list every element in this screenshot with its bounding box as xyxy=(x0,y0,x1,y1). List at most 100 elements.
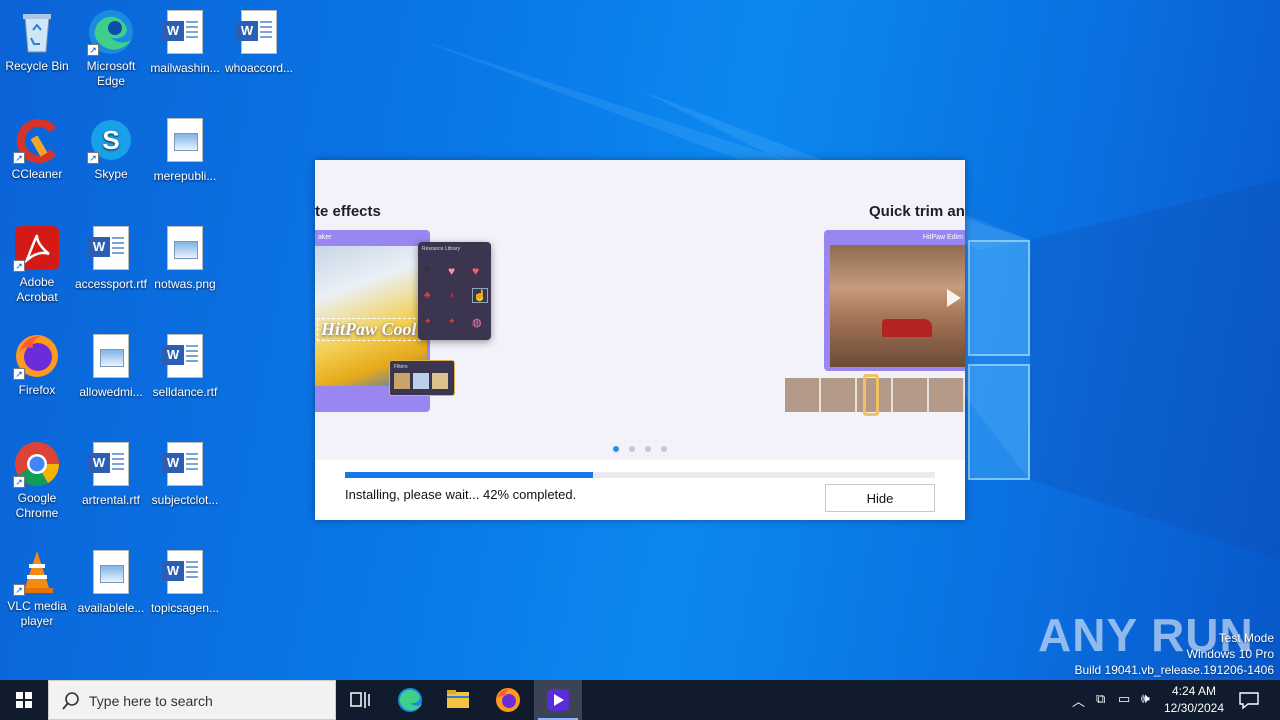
chevron-up-icon[interactable]: ︿ xyxy=(1072,691,1085,710)
desktop-icon-label: VLC media player xyxy=(7,599,67,628)
desktop-icon-label: availablele... xyxy=(77,601,145,615)
desktop-icon-label: Firefox xyxy=(18,383,56,397)
hide-button[interactable]: Hide xyxy=(825,484,935,512)
sticker-icon: ♣ xyxy=(424,290,431,301)
play-icon xyxy=(947,289,961,307)
desktop-icon-firefox[interactable]: ↗ Firefox xyxy=(0,332,74,398)
desktop-icon-google-chrome[interactable]: ↗ Google Chrome xyxy=(0,440,74,521)
desktop-icon-mailwashin[interactable]: W mailwashin... xyxy=(148,8,222,76)
skype-icon: S ↗ xyxy=(87,116,135,164)
taskbar: Type here to search ︿ ⧉ ▭ 🕪 4:24 AM 12/3… xyxy=(0,680,1280,720)
slide-title-trim: Quick trim an xyxy=(869,203,965,220)
desktop-icon-artrental[interactable]: W artrental.rtf xyxy=(74,440,148,508)
carousel-dot-2[interactable] xyxy=(629,446,635,452)
desktop-icon-subjectclot[interactable]: W subjectclot... xyxy=(148,440,222,508)
sticker-icon: ✦ xyxy=(424,316,432,326)
clock-time: 4:24 AM xyxy=(1171,684,1217,698)
word-document-icon: W xyxy=(87,226,135,274)
search-icon xyxy=(62,692,79,710)
desktop-icon-label: whoaccord... xyxy=(224,61,294,75)
feature-carousel: te effects Quick trim an aker HitPaw Coo… xyxy=(315,160,965,460)
edge-icon: ↗ xyxy=(87,8,135,56)
desktop-icon-adobe-acrobat[interactable]: ↗ Adobe Acrobat xyxy=(0,224,74,305)
image-file-icon xyxy=(161,118,209,166)
taskbar-edge[interactable] xyxy=(386,680,434,720)
taskbar-search-box[interactable]: Type here to search xyxy=(48,680,336,720)
desktop-icon-notwas[interactable]: notwas.png xyxy=(148,224,222,292)
filters-panel: Filters xyxy=(389,360,455,396)
desktop-icon-vlc[interactable]: ↗ VLC media player xyxy=(0,548,74,629)
install-status-text: Installing, please wait... 42% completed… xyxy=(345,487,577,502)
heart-icon: ♥ xyxy=(448,264,456,278)
desktop-icon-availablele[interactable]: availablele... xyxy=(74,548,148,616)
desktop-icon-label: mailwashin... xyxy=(150,61,220,75)
taskbar-file-explorer[interactable] xyxy=(434,680,482,720)
slide-title-effects: te effects xyxy=(315,203,381,220)
edge-icon xyxy=(398,688,422,712)
install-progress-bar xyxy=(345,472,935,478)
sticker-icon: ✦ xyxy=(448,316,456,326)
ccleaner-icon: ↗ xyxy=(13,116,61,164)
windows-start-icon xyxy=(16,692,32,708)
watermark-line-3: Build 19041.vb_release.191206-1406 xyxy=(1074,663,1275,677)
heart-icon: ♥ xyxy=(472,264,480,278)
video-preview-image xyxy=(830,245,965,367)
task-view-button[interactable] xyxy=(336,680,384,720)
clock-date: 12/30/2024 xyxy=(1163,701,1225,715)
desktop-icon-label: Recycle Bin xyxy=(5,59,69,73)
desktop-icon-selldance[interactable]: W selldance.rtf xyxy=(148,332,222,400)
desktop-icon-skype[interactable]: S ↗ Skype xyxy=(74,116,148,182)
taskbar-firefox[interactable] xyxy=(484,680,532,720)
carousel-dot-1[interactable] xyxy=(613,446,619,452)
firefox-icon xyxy=(496,688,520,712)
shortcut-arrow-icon: ↗ xyxy=(13,260,25,272)
resource-library-panel: Resource Library ● ♥ ♥ ♣ ◑ ☝ ✦ ✦ ◍ xyxy=(418,242,491,340)
carousel-dot-4[interactable] xyxy=(661,446,667,452)
search-placeholder: Type here to search xyxy=(89,693,213,709)
action-center-button[interactable] xyxy=(1232,680,1280,720)
recycle-bin-icon xyxy=(13,8,61,56)
hitpaw-app-icon xyxy=(547,689,569,711)
desktop-icon-accessport[interactable]: W accessport.rtf xyxy=(74,224,148,292)
desktop-icon-merepubli[interactable]: merepubli... xyxy=(148,116,222,184)
desktop-icon-ccleaner[interactable]: ↗ CCleaner xyxy=(0,116,74,182)
red-car xyxy=(882,319,932,337)
desktop-icon-label: subjectclot... xyxy=(151,493,219,507)
image-file-icon xyxy=(161,226,209,274)
sticker-icon: ◑ xyxy=(448,290,455,301)
taskbar-installer-app[interactable] xyxy=(534,680,582,720)
shortcut-arrow-icon: ↗ xyxy=(87,152,99,164)
sticker-icon: ☝ xyxy=(472,288,488,303)
desktop-icon-label: Microsoft Edge xyxy=(86,59,136,88)
trim-mockup-header: HitPaw Edim xyxy=(922,234,963,241)
windows-logo-wallpaper xyxy=(968,240,1030,480)
desktop-icon-allowedmi[interactable]: allowedmi... xyxy=(74,332,148,400)
chrome-icon: ↗ xyxy=(13,440,61,488)
desktop-icon-whoaccord[interactable]: W whoaccord... xyxy=(222,8,296,76)
network-device-icon[interactable]: ⧉ xyxy=(1096,691,1105,707)
acrobat-icon: ↗ xyxy=(13,224,61,272)
shortcut-arrow-icon: ↗ xyxy=(87,44,99,56)
desktop-icon-label: artrental.rtf xyxy=(81,493,141,507)
desktop-icon-label: selldance.rtf xyxy=(152,385,218,399)
word-document-icon: W xyxy=(161,550,209,598)
sticker-icon: ◍ xyxy=(472,317,482,329)
taskbar-clock[interactable]: 4:24 AM 12/30/2024 xyxy=(1160,683,1228,717)
word-document-icon: W xyxy=(161,10,209,58)
effects-overlay-text: HitPaw Cool xyxy=(317,318,421,341)
desktop-icon-topicsagen[interactable]: W topicsagen... xyxy=(148,548,222,616)
volume-icon[interactable]: 🕪 xyxy=(1141,690,1150,707)
desktop-icon-label: topicsagen... xyxy=(150,601,220,615)
desktop-icon-label: allowedmi... xyxy=(79,385,143,399)
word-document-icon: W xyxy=(235,10,283,58)
svg-text:S: S xyxy=(102,125,119,155)
network-icon[interactable]: ▭ xyxy=(1118,691,1130,707)
desktop-icon-recycle-bin[interactable]: Recycle Bin xyxy=(0,8,74,74)
shortcut-arrow-icon: ↗ xyxy=(13,584,25,596)
folder-icon xyxy=(447,690,469,708)
desktop-icon-edge[interactable]: ↗ Microsoft Edge xyxy=(74,8,148,89)
carousel-dot-3[interactable] xyxy=(645,446,651,452)
image-file-icon xyxy=(87,334,135,382)
desktop-icon-label: Google Chrome xyxy=(15,491,59,520)
start-button[interactable] xyxy=(0,680,48,720)
